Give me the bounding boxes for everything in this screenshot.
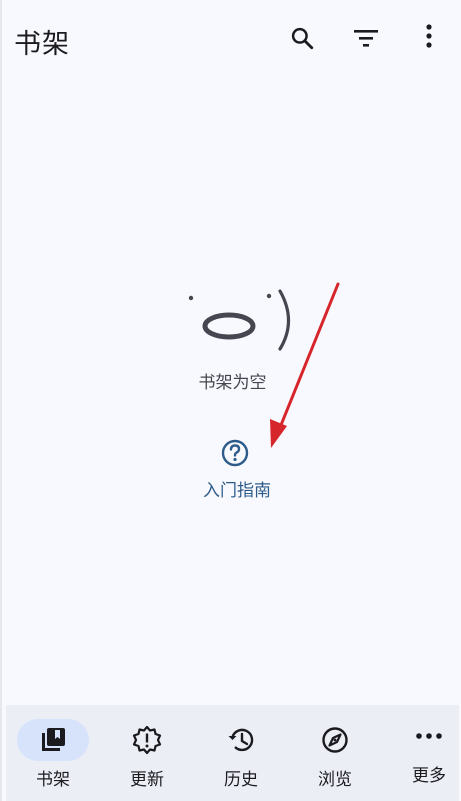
search-button[interactable] bbox=[282, 18, 322, 58]
empty-message: 书架为空 bbox=[198, 373, 267, 393]
nav-icon-container bbox=[111, 719, 183, 761]
nav-item-browse[interactable]: 浏览 bbox=[288, 705, 378, 801]
nav-label-updates: 更新 bbox=[130, 770, 164, 790]
nav-icon-container bbox=[205, 719, 277, 761]
overflow-menu-button[interactable] bbox=[409, 16, 449, 56]
top-app-bar: 书架 bbox=[2, 0, 461, 80]
nav-label-browse: 浏览 bbox=[318, 770, 352, 790]
more-vert-icon bbox=[426, 24, 432, 48]
page-title: 书架 bbox=[14, 29, 70, 60]
app-screen: 书架 书架为空 入门指南 书架 更新 历史 浏览 更多 bbox=[0, 0, 461, 801]
nav-item-updates[interactable]: 更新 bbox=[100, 705, 190, 801]
nav-icon-container bbox=[393, 715, 461, 757]
search-icon bbox=[291, 27, 314, 50]
history-icon bbox=[228, 728, 254, 752]
annotation-arrow bbox=[270, 282, 340, 448]
getting-started-label: 入门指南 bbox=[203, 481, 271, 501]
nav-item-more[interactable]: 更多 bbox=[382, 705, 461, 801]
bottom-navigation: 书架 更新 历史 浏览 更多 bbox=[6, 705, 459, 801]
nav-active-indicator bbox=[17, 719, 89, 761]
filter-button[interactable] bbox=[346, 18, 386, 58]
new-releases-icon bbox=[132, 725, 162, 755]
nav-label-more: 更多 bbox=[412, 766, 446, 786]
nav-label-library: 书架 bbox=[36, 770, 70, 790]
nav-item-history[interactable]: 历史 bbox=[194, 705, 284, 801]
nav-label-history: 历史 bbox=[224, 770, 258, 790]
help-circle-icon bbox=[221, 439, 249, 467]
library-books-icon bbox=[42, 728, 65, 751]
more-horiz-icon bbox=[416, 733, 442, 739]
filter-icon bbox=[354, 30, 378, 47]
explore-icon bbox=[322, 727, 348, 753]
nav-icon-container bbox=[299, 719, 371, 761]
nav-item-library[interactable]: 书架 bbox=[6, 705, 96, 801]
